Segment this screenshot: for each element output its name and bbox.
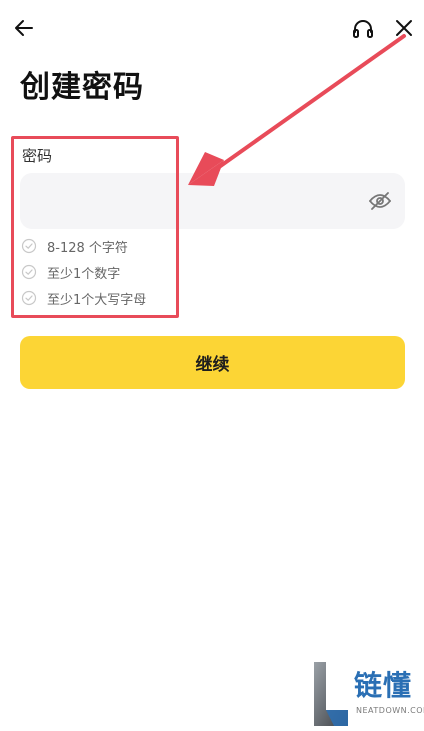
requirement-number: 至少1个数字 [21,262,120,282]
headset-icon [353,20,373,38]
watermark-text: 链懂 [354,669,413,702]
back-button[interactable] [10,14,38,42]
password-input[interactable] [20,173,368,231]
eye-off-icon [369,192,391,210]
requirement-uppercase: 至少1个大写字母 [21,288,146,308]
check-circle-icon [21,290,37,306]
password-label: 密码 [22,147,53,165]
check-circle-icon [21,264,37,280]
requirement-text: 8-128 个字符 [47,240,128,256]
requirement-text: 至少1个数字 [47,266,121,282]
close-icon [396,20,412,36]
check-circle-icon [21,238,37,254]
requirement-text: 至少1个大写字母 [47,292,147,308]
password-field[interactable] [20,173,405,231]
continue-button[interactable]: 继续 [20,336,405,389]
toggle-visibility-button[interactable] [367,188,393,214]
watermark: 链懂 NEATDOWN.COM [310,660,424,730]
close-button[interactable] [390,14,418,42]
page-title: 创建密码 [20,70,144,105]
arrow-left-icon [15,20,33,36]
requirement-length: 8-128 个字符 [21,236,128,256]
watermark-logo-icon [314,662,348,726]
support-button[interactable] [349,15,377,43]
top-bar [0,0,424,56]
watermark-subtext: NEATDOWN.COM [356,706,424,715]
